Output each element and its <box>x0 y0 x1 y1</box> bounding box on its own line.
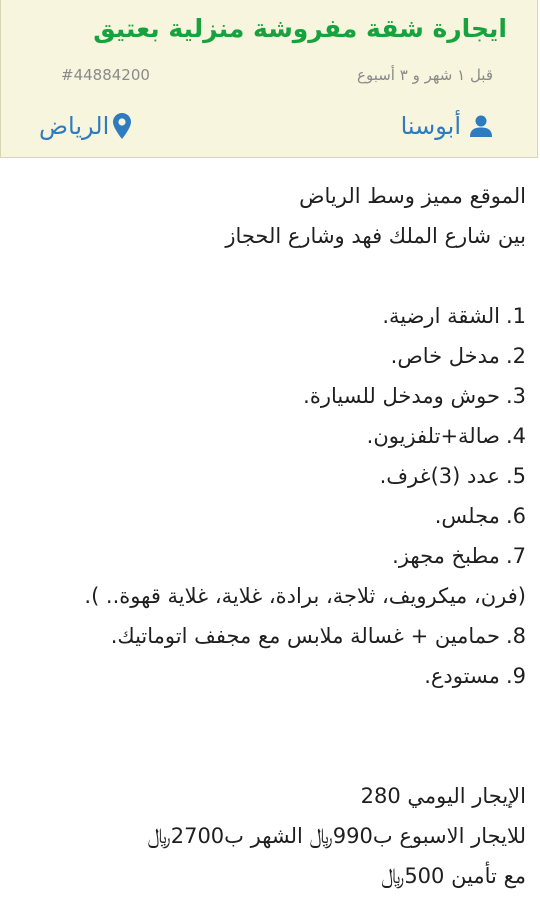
ad-id: #44884200 <box>61 66 150 84</box>
list-item: 1. الشقة ارضية. <box>26 296 526 336</box>
author-link[interactable]: أبوسنا <box>401 112 493 140</box>
list-item-number: 9. <box>505 664 526 688</box>
deposit: مع تأمين 500﷼ <box>381 864 526 888</box>
list-item: 4. صالة+تلفزيون. <box>26 416 526 456</box>
list-item: 6. مجلس. <box>26 496 526 536</box>
list-item-number: 8. <box>505 624 526 648</box>
list-item-text: مستودع. <box>424 664 500 688</box>
weekly-monthly-rent: للايجار الاسبوع ب990﷼ الشهر ب2700﷼ <box>147 824 526 848</box>
list-item-number: 3. <box>505 384 526 408</box>
listing-header: ايجارة شقة مفروشة منزلية بعتيق قبل ١ شهر… <box>0 0 538 158</box>
list-item-number: 5. <box>505 464 526 488</box>
list-item-text: الشقة ارضية. <box>382 304 500 328</box>
list-item-text: عدد (3)غرف. <box>379 464 500 488</box>
list-item-number: 4. <box>505 424 526 448</box>
list-item-number: 1. <box>505 304 526 328</box>
list-item-text: صالة+تلفزيون. <box>366 424 500 448</box>
intro-line: الموقع مميز وسط الرياض <box>299 184 526 208</box>
location-city: الرياض <box>39 112 110 140</box>
daily-rent: الإيجار اليومي 280 <box>360 784 526 808</box>
intro-line: بين شارع الملك فهد وشارع الحجاز <box>225 224 526 248</box>
location-link[interactable]: الرياض <box>39 112 132 140</box>
list-item-text: مطبخ مجهز. <box>392 544 500 568</box>
list-item-text: مجلس. <box>434 504 500 528</box>
posted-time: قبل ١ شهر و ٣ أسبوع <box>357 66 493 84</box>
list-item-number: 7. <box>505 544 526 568</box>
author-name: أبوسنا <box>400 112 461 140</box>
map-pin-icon <box>113 113 132 139</box>
list-item: 2. مدخل خاص. <box>26 336 526 376</box>
user-icon <box>469 114 493 138</box>
list-item-number: 6. <box>505 504 526 528</box>
list-item: 9. مستودع. <box>26 656 526 696</box>
list-item: (فرن، ميكرويف، ثلاجة، برادة، غلاية، غلاي… <box>26 576 526 616</box>
list-item-text: مدخل خاص. <box>390 344 500 368</box>
list-item-text: (فرن، ميكرويف، ثلاجة، برادة، غلاية، غلاي… <box>84 584 526 608</box>
list-item: 3. حوش ومدخل للسيارة. <box>26 376 526 416</box>
list-item-text: حوش ومدخل للسيارة. <box>303 384 500 408</box>
listing-description: الموقع مميز وسط الرياض بين شارع الملك فه… <box>26 176 526 896</box>
listing-title: ايجارة شقة مفروشة منزلية بعتيق <box>93 14 507 43</box>
list-item: 7. مطبخ مجهز. <box>26 536 526 576</box>
list-item: 8. حمامين + غسالة ملابس مع مجفف اتوماتيك… <box>26 616 526 656</box>
list-item-number: 2. <box>505 344 526 368</box>
list-item-text: حمامين + غسالة ملابس مع مجفف اتوماتيك. <box>110 624 500 648</box>
list-item: 5. عدد (3)غرف. <box>26 456 526 496</box>
